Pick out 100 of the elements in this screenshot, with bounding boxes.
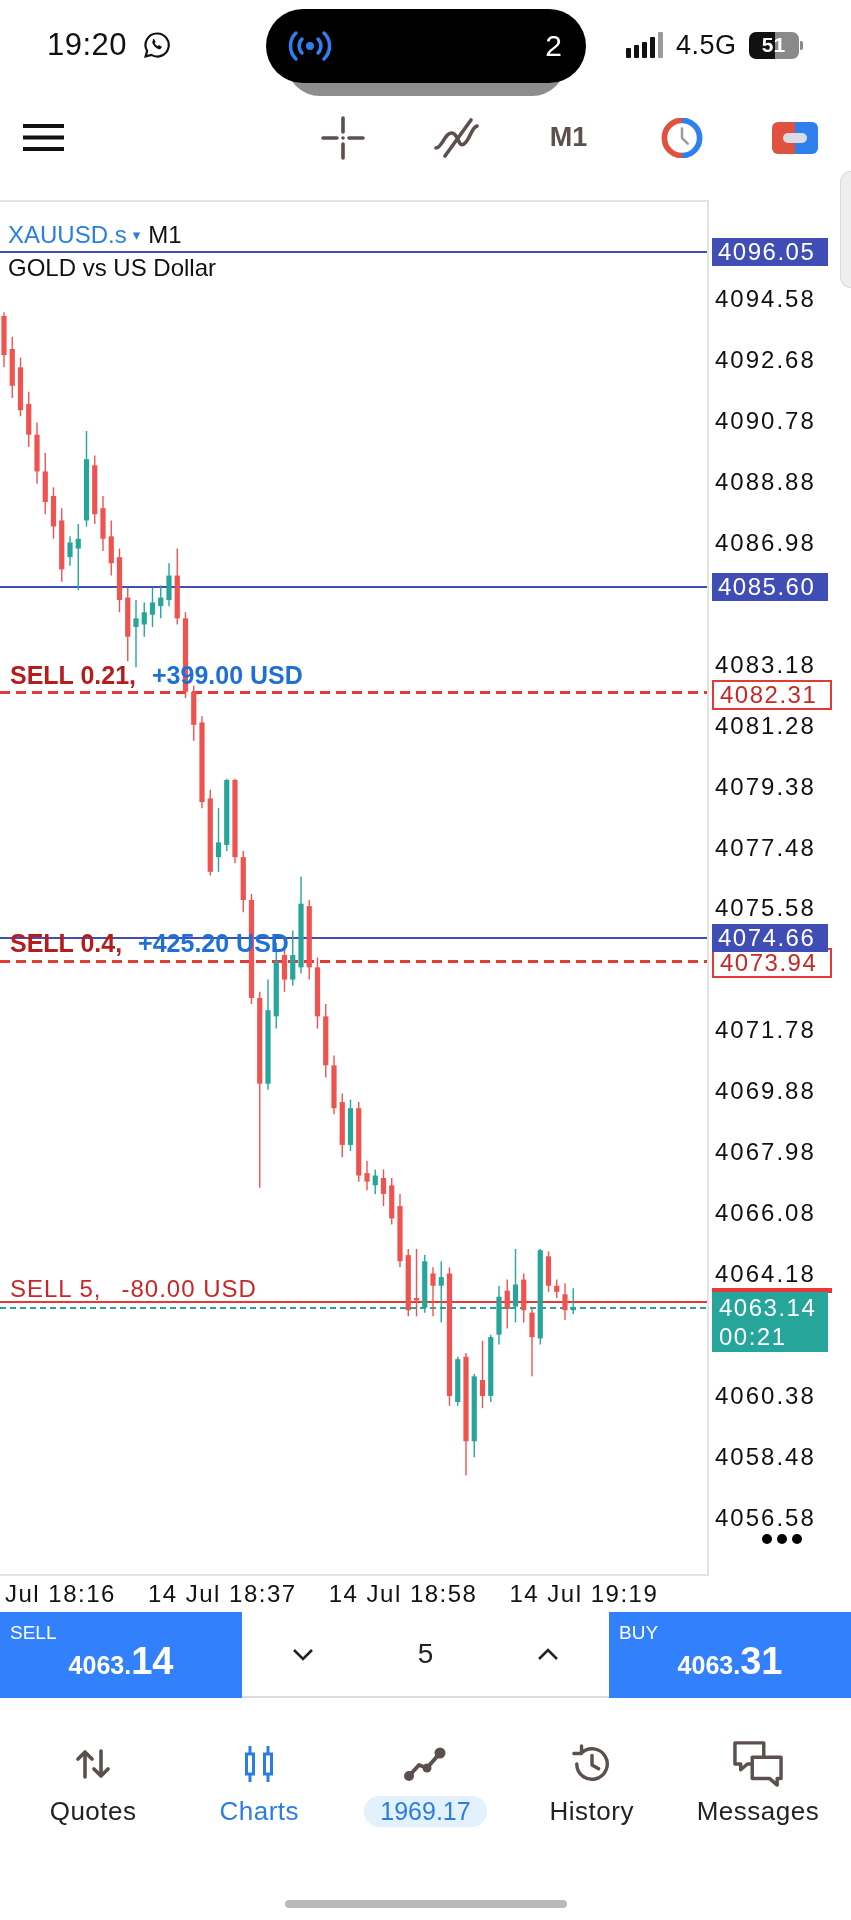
crosshair-icon[interactable] <box>320 115 365 160</box>
falling-candle <box>529 1307 535 1378</box>
order-profit: -80.00 USD <box>121 1274 257 1303</box>
chevron-down-icon[interactable] <box>292 1647 315 1661</box>
price-axis-label: 4077.48 <box>715 833 816 862</box>
price-axis-label: 4086.98 <box>715 528 816 557</box>
clock-ring-icon[interactable] <box>659 117 704 158</box>
swap-arrows-icon[interactable] <box>76 1749 111 1779</box>
price-axis-label: 4075.58 <box>715 894 816 923</box>
account-balance: 1969.17 <box>364 1796 487 1827</box>
side-panel-handle[interactable] <box>840 171 851 288</box>
order-label: SELL 0.21, <box>10 660 136 689</box>
rising-candle <box>290 929 296 987</box>
price-axis-label: 4083.18 <box>715 650 816 679</box>
signal-icon <box>626 32 664 58</box>
nav-tab[interactable]: 1969.17 <box>364 1744 487 1827</box>
falling-candle <box>331 1054 337 1115</box>
broadcast-icon <box>288 30 332 62</box>
rising-candle <box>455 1356 461 1407</box>
falling-candle <box>191 685 197 742</box>
falling-candle <box>17 356 24 418</box>
falling-candle <box>479 1340 486 1409</box>
rising-candle <box>75 523 81 591</box>
price-axis-label: 4090.78 <box>715 406 816 435</box>
price-axis-label: 4094.58 <box>715 284 816 313</box>
falling-candle <box>380 1168 387 1207</box>
time-axis-label: 14 Jul 18:58 <box>328 1580 478 1608</box>
price-axis-label: 4069.88 <box>715 1077 816 1106</box>
time-axis-label: 14 Jul 19:19 <box>509 1580 659 1608</box>
nav-tab[interactable]: Quotes <box>49 1744 137 1827</box>
rising-candle <box>158 584 164 620</box>
price-axis-label: 4066.08 <box>715 1199 816 1228</box>
falling-candle <box>554 1278 560 1299</box>
bar-countdown: 00:21 <box>719 1321 787 1351</box>
falling-candle <box>504 1278 510 1330</box>
level-price-tag: 4096.05 <box>712 237 828 266</box>
rising-candle <box>347 1098 354 1152</box>
timeframe-button[interactable]: M1 <box>549 122 588 153</box>
indicator-wave-icon[interactable] <box>432 117 479 158</box>
falling-candle <box>34 421 40 485</box>
falling-candle <box>108 519 114 577</box>
more-icon[interactable] <box>762 1533 802 1545</box>
line-chart-icon[interactable] <box>403 1746 448 1782</box>
rising-candle <box>570 1287 576 1315</box>
price-axis-label: 4079.38 <box>715 772 816 801</box>
rising-candle <box>166 562 172 607</box>
chat-app-icon <box>143 31 172 59</box>
rising-candle <box>422 1254 428 1314</box>
rising-candle <box>141 601 147 638</box>
menu-icon[interactable] <box>23 124 64 151</box>
falling-candle <box>430 1266 436 1318</box>
falling-candle <box>116 547 123 613</box>
price-axis-label: 4088.88 <box>715 467 816 496</box>
price-axis-label: 4064.18 <box>715 1260 816 1289</box>
chevron-up-icon[interactable] <box>536 1647 559 1661</box>
rising-candle <box>496 1285 502 1346</box>
nav-tab[interactable]: Charts <box>219 1744 300 1827</box>
buy-button[interactable]: BUY 4063.31 <box>609 1612 851 1698</box>
falling-candle <box>42 452 48 515</box>
time-axis-label: Jul 18:16 <box>5 1580 116 1608</box>
sell-button[interactable]: SELL 4063.14 <box>0 1612 242 1698</box>
level-price-tag: 4085.60 <box>712 573 828 601</box>
rising-candle <box>488 1334 494 1403</box>
symbol-description: GOLD vs US Dollar <box>8 253 217 283</box>
price-axis-label: 4081.28 <box>715 711 816 740</box>
rising-candle <box>372 1168 378 1195</box>
network-type: 4.5G <box>676 29 737 61</box>
bid-price: 4063.14 <box>719 1292 817 1322</box>
price-axis-label: 4058.48 <box>715 1443 816 1472</box>
falling-candle <box>339 1092 345 1158</box>
falling-candle <box>1 311 7 369</box>
falling-candle <box>413 1248 420 1318</box>
chat-bubbles-icon[interactable] <box>731 1740 784 1788</box>
level-price-tag: 4074.66 <box>712 924 828 952</box>
volume-field[interactable]: 5 <box>417 1638 434 1670</box>
falling-candle <box>26 391 32 448</box>
symbol-selector[interactable]: XAUUSD.s ▾ <box>8 221 141 249</box>
falling-candle <box>240 850 246 913</box>
falling-candle <box>364 1160 370 1191</box>
falling-candle <box>389 1177 395 1226</box>
rising-candle <box>438 1260 444 1324</box>
falling-candle <box>521 1272 527 1324</box>
price-axis-label: 4067.98 <box>715 1138 816 1167</box>
price-axis-label: 4071.78 <box>715 1016 816 1045</box>
falling-candle <box>100 495 106 552</box>
falling-candle <box>92 454 98 525</box>
rising-candle <box>149 587 156 628</box>
nav-tab[interactable]: History <box>549 1744 634 1827</box>
falling-candle <box>9 336 15 399</box>
price-axis-label: 4056.58 <box>715 1504 816 1532</box>
order-label: SELL 5, <box>10 1274 102 1303</box>
toggle-icon[interactable] <box>771 121 818 154</box>
falling-candle <box>562 1282 568 1321</box>
price-axis-label: 4060.38 <box>715 1382 816 1411</box>
chart-timeframe: M1 <box>148 221 182 249</box>
nav-tab[interactable]: Messages <box>696 1744 820 1827</box>
rising-candle <box>215 807 222 873</box>
rising-candle <box>133 599 139 669</box>
price-axis-label: 4092.68 <box>715 345 816 374</box>
order-price-tag: 4082.31 <box>712 679 832 710</box>
